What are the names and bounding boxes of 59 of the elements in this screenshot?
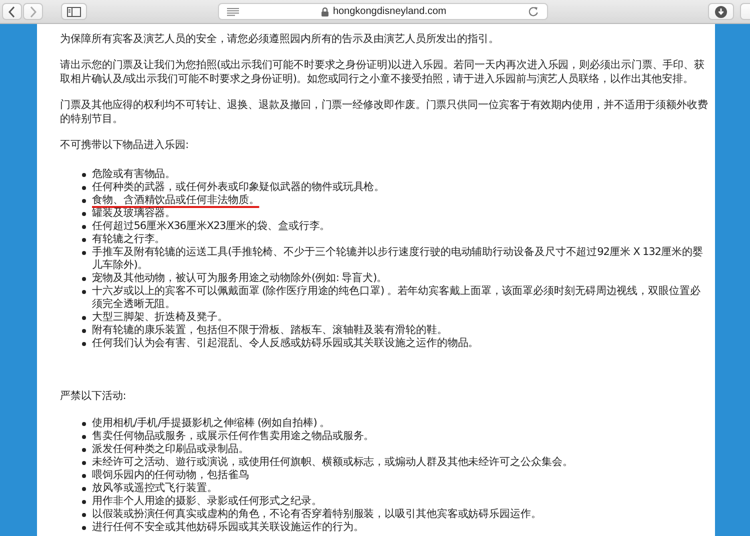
- bullet-icon: [82, 316, 86, 320]
- sidebar-button[interactable]: [61, 3, 88, 20]
- paragraph: 门票及其他应得的权利均不可转让、退换、退款及撤回，门票一经修改即作废。门票只供同一位宾客于有效期内使用，并不适用于须额外收费的特别节目。: [60, 98, 709, 126]
- bullet-icon: [82, 434, 86, 438]
- reader-icon[interactable]: [227, 8, 240, 16]
- list-item-text: 以假装或扮演任何真实或虚构的角色，不论有否穿着特别服装，以吸引其他宾客或妨碍乐园运作。: [92, 508, 542, 520]
- bullet-icon: [82, 238, 86, 242]
- list-item-text: 售卖任何物品或服务，或展示任何作售卖用途之物品或服务。: [92, 430, 376, 442]
- forward-icon: [29, 6, 37, 18]
- bullet-icon: [82, 186, 86, 190]
- paragraph: 严禁以下活动:: [60, 389, 127, 404]
- bullet-icon: [82, 290, 86, 294]
- list-item-text: 放风筝或遥控式飞行装置。: [92, 482, 218, 494]
- lock-icon: [320, 6, 329, 16]
- bullet-icon: [82, 277, 86, 281]
- bullet-icon: [82, 460, 86, 464]
- list-item-text: 使用相机/手机/手提摄影机之伸缩棒 (例如自拍棒) 。: [92, 416, 332, 430]
- list-item-text: 任何种类的武器，或任何外表或印象疑似武器的物件或玩具枪。: [92, 181, 386, 194]
- list-item-text: 罐装及玻璃容器。: [92, 207, 177, 220]
- url-text: hongkongdisneyland.com: [332, 6, 446, 17]
- list-item-text: 十六岁或以上的宾客不可以佩戴面罩 (除作医疗用途的纯色口罩) 。若年幼宾客戴上面罩，该面罩必须时刻无碍周边视线，双眼位置必须完全透晰无阻。: [92, 285, 702, 311]
- list-item-text: 危险或有害物品。: [92, 168, 177, 181]
- list-item-text: 宠物及其他动物，被认可为服务用途之动物除外(例如: 导盲犬)。: [92, 272, 388, 285]
- paragraph: 为保障所有宾客及演艺人员的安全，请您必须遵照园内所有的告示及由演艺人员所发出的指引。: [60, 32, 500, 46]
- bullet-icon: [82, 474, 86, 478]
- paragraph: 不可携带以下物品进入乐园:: [60, 138, 190, 152]
- list-item-text: 喂饲乐园内的任何动物，包括雀鸟: [92, 468, 250, 482]
- list-item-text: 派发任何种类之印刷品或录制品。: [92, 442, 250, 456]
- back-icon: [8, 6, 16, 18]
- bullet-icon: [82, 199, 86, 203]
- bullet-icon: [82, 329, 86, 333]
- bullet-icon: [82, 342, 86, 346]
- bullet-icon: [82, 251, 86, 255]
- paragraph: 请出示您的门票及让我们为您拍照(或出示我们可能不时要求之身份证明)以进入乐园。若同一天内再次进入乐园，则必须出示门票、手印、获取相片确认及/或出示我们可能不时要求之身份证明)。如您或同行之小童不接受拍照，请于进入乐园前与演艺人员联络，以作出其他安排。: [60, 58, 706, 86]
- bullet-icon: [82, 526, 86, 530]
- list-item-text: 任何超过56厘米X36厘米X23厘米的袋、盒或行李。: [92, 220, 332, 233]
- bullet-icon: [82, 500, 86, 504]
- bullet-icon: [82, 512, 86, 516]
- list-item-text: 用作非个人用途的摄影、录影或任何形式之纪录。: [92, 494, 323, 508]
- list-item-text: 未经许可之活动、遊行或演说，或使用任何旗帜、横额或标志，或煽动人群及其他未经许可之公众集会。: [92, 456, 574, 468]
- bullet-icon: [82, 173, 86, 177]
- list-item-text: 附有轮辘的康乐装置，包括但不限于滑板、踏板车、滚轴鞋及装有滑轮的鞋。: [92, 324, 448, 337]
- bullet-icon: [82, 486, 86, 490]
- list-item-text: 进行任何不安全或其他妨碍乐园或其关联设施运作的行为。: [92, 520, 365, 534]
- list-item-text: 食物、含酒精饮品或任何非法物质。: [92, 194, 260, 207]
- list-item-text: 手推车及附有轮辘的运送工具(手推轮椅、不少于三个轮辘并以步行速度行驶的电动辅助行动设备及尺寸不超过92厘米 X 132厘米的婴儿车除外)。: [92, 246, 704, 272]
- bullet-icon: [82, 448, 86, 452]
- downloads-button[interactable]: [708, 3, 734, 20]
- address-field[interactable]: hongkongdisneyland.com: [218, 3, 548, 20]
- reload-icon[interactable]: [528, 6, 540, 17]
- list-item-text: 任何我们认为会有害、引起混乱、令人反感或妨碍乐园或其关联设施之运作的物品。: [92, 337, 480, 350]
- list-item-text: 大型三脚架、折迭椅及凳子。: [92, 311, 229, 324]
- download-icon: [715, 6, 728, 18]
- bullet-icon: [82, 212, 86, 216]
- bullet-icon: [82, 422, 86, 426]
- sidebar-icon: [67, 6, 82, 16]
- back-button[interactable]: [2, 3, 22, 20]
- list-item-text: 有轮辘之行李。: [92, 233, 166, 246]
- bullet-icon: [82, 225, 86, 229]
